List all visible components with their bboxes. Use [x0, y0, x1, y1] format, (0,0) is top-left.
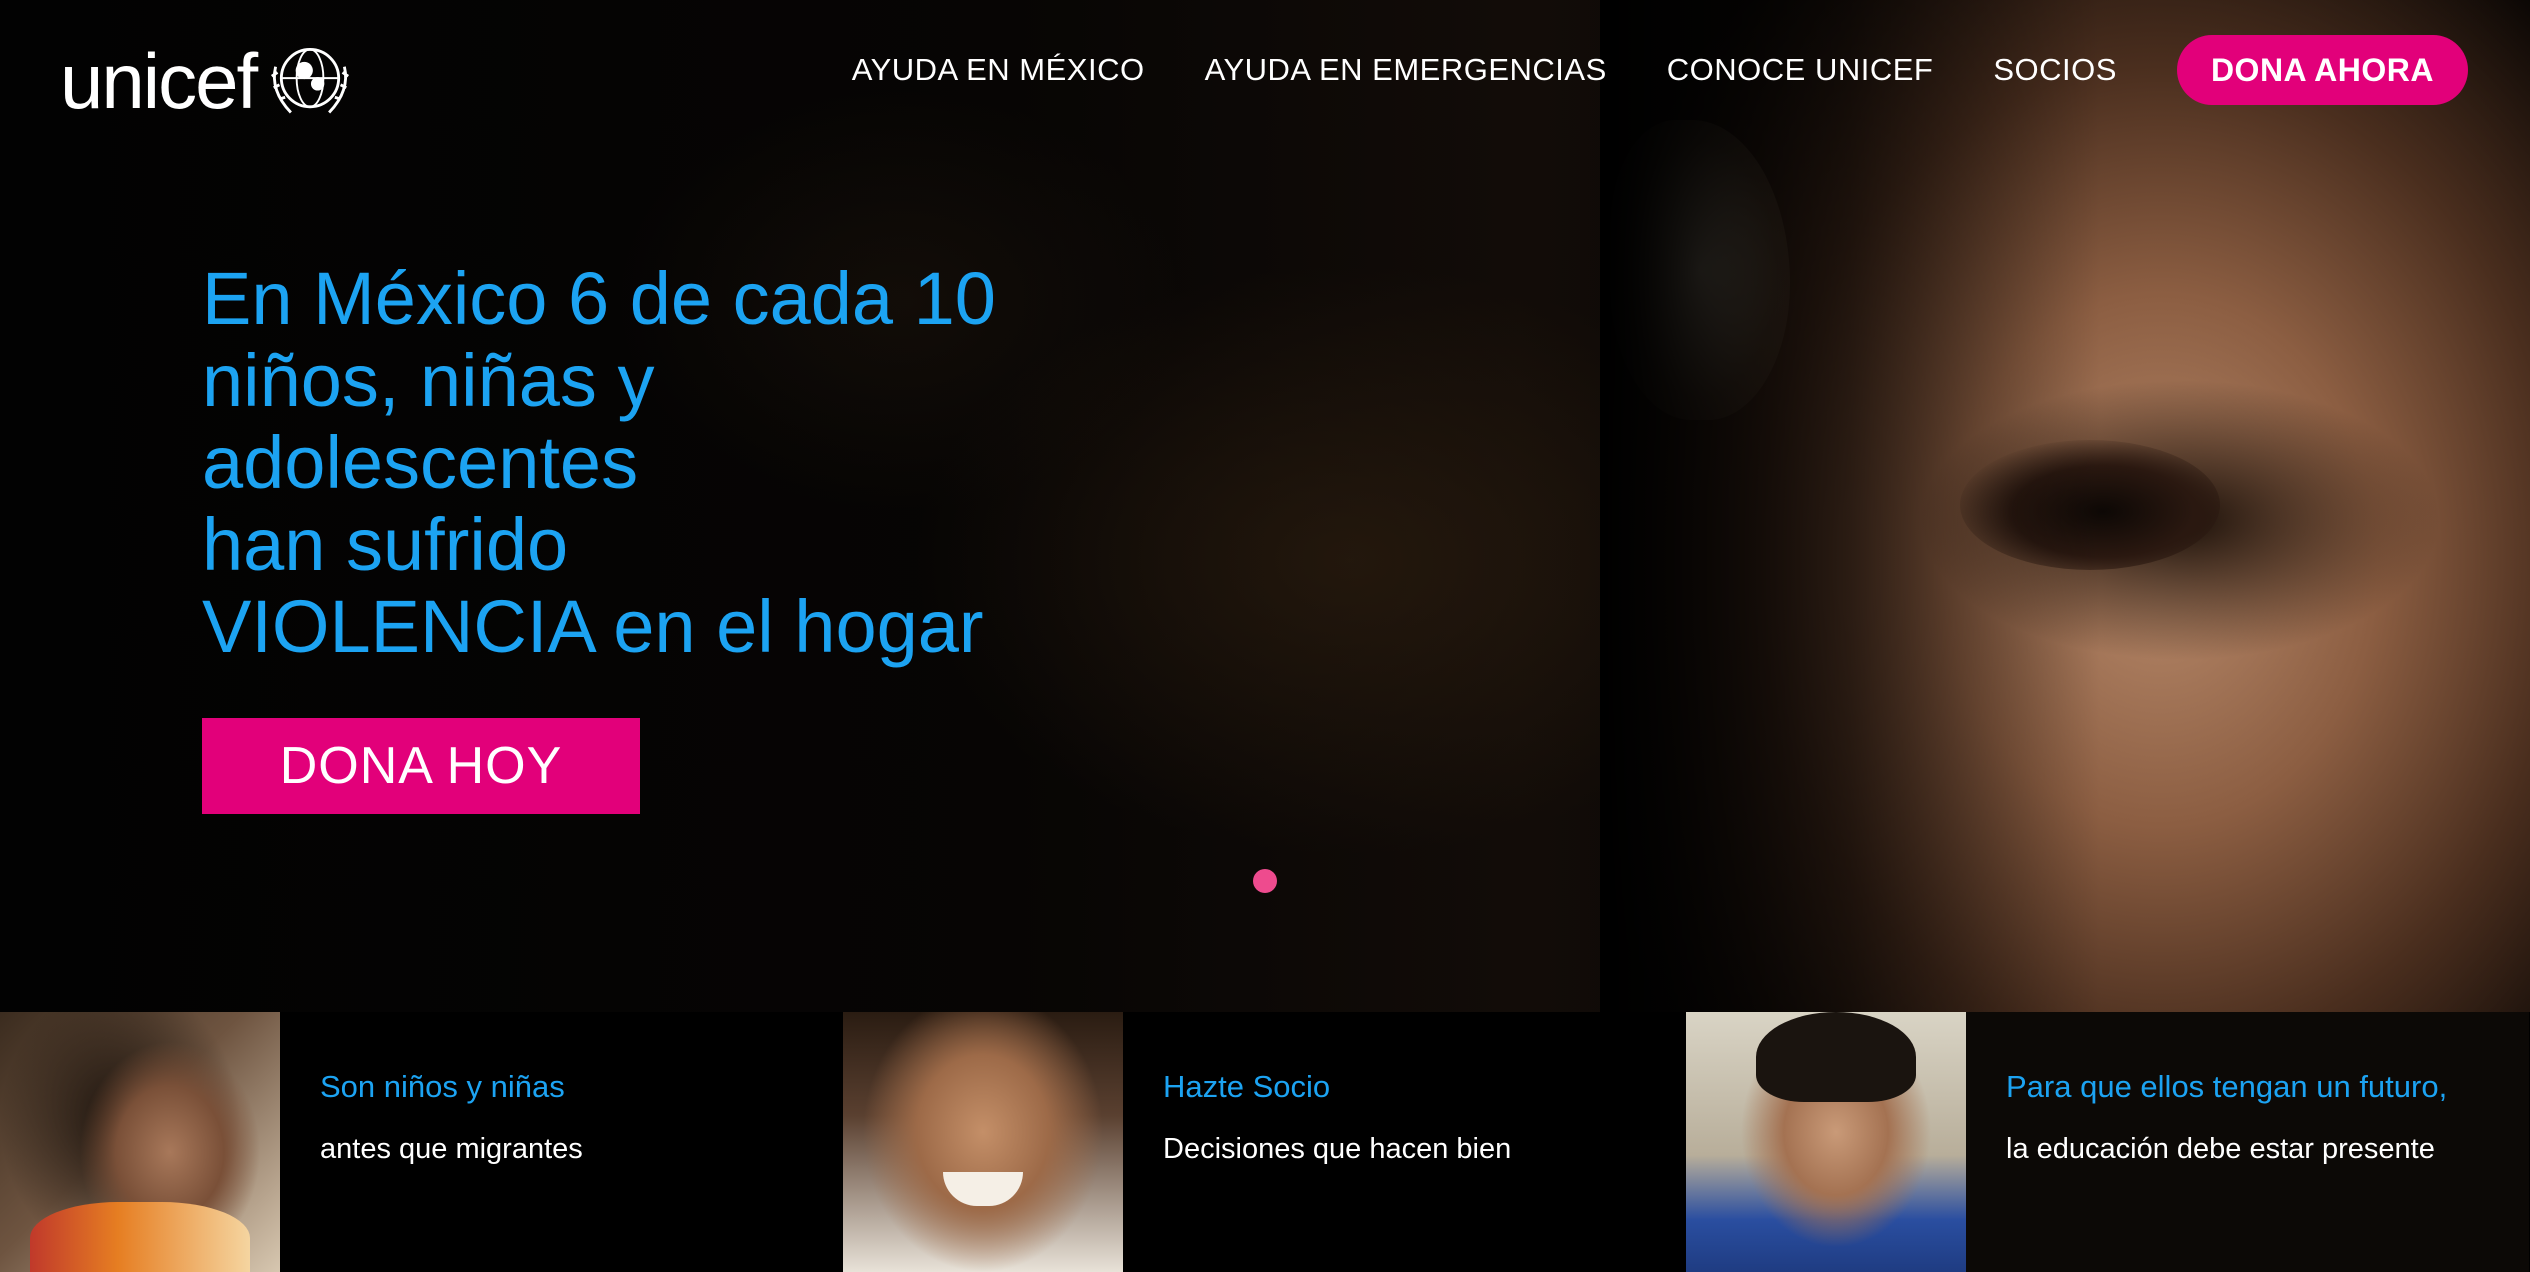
hero-headline: En México 6 de cada 10 niños, niñas y ad… — [202, 258, 1202, 668]
card-migrantes[interactable]: Son niños y niñas antes que migrantes — [0, 1012, 843, 1272]
main-nav: AYUDA EN MÉXICO AYUDA EN EMERGENCIAS CON… — [852, 34, 2468, 106]
page: unicef AYUDA EN MÉXICO AYUDA EN EMERGENC… — [0, 0, 2530, 1272]
headline-line: VIOLENCIA en el hogar — [202, 585, 984, 668]
card-text: la educación debe estar presente — [2006, 1133, 2435, 1165]
card-hazte-socio[interactable]: Hazte Socio Decisiones que hacen bien — [843, 1012, 1686, 1272]
headline-line: adolescentes — [202, 421, 639, 504]
nav-conoce-unicef[interactable]: CONOCE UNICEF — [1667, 52, 1934, 88]
card-body: Para que ellos tengan un futuro, la educ… — [1966, 1012, 2529, 1272]
headline-line: En México 6 de cada 10 — [202, 257, 996, 340]
unicef-logo[interactable]: unicef — [60, 36, 358, 126]
card-educacion[interactable]: Para que ellos tengan un futuro, la educ… — [1686, 1012, 2529, 1272]
headline-line: han sufrido — [202, 503, 569, 586]
card-image-girl — [0, 1012, 280, 1272]
hero-photo-shadow — [1600, 0, 2100, 1012]
card-title[interactable]: Son niños y niñas — [320, 1068, 803, 1106]
card-text: Decisiones que hacen bien — [1163, 1133, 1512, 1165]
headline-line: niños, niñas y — [202, 339, 655, 422]
donate-now-button[interactable]: DONA AHORA — [2176, 35, 2468, 105]
logo-wordmark: unicef — [60, 37, 258, 125]
card-image-smiling-boy — [843, 1012, 1123, 1272]
nav-ayuda-en-emergencias[interactable]: AYUDA EN EMERGENCIAS — [1205, 52, 1607, 88]
card-body: Hazte Socio Decisiones que hacen bien — [1123, 1012, 1686, 1272]
unicef-emblem-icon — [271, 48, 350, 114]
card-title[interactable]: Para que ellos tengan un futuro, — [2006, 1068, 2489, 1106]
slider-dot[interactable] — [1253, 869, 1277, 893]
card-text: antes que migrantes — [320, 1133, 583, 1165]
feature-cards: Son niños y niñas antes que migrantes Ha… — [0, 1012, 2530, 1272]
nav-socios[interactable]: SOCIOS — [1993, 52, 2117, 88]
card-body: Son niños y niñas antes que migrantes — [280, 1012, 843, 1272]
nav-ayuda-en-mexico[interactable]: AYUDA EN MÉXICO — [852, 52, 1145, 88]
donate-today-button[interactable]: DONA HOY — [202, 718, 640, 814]
card-image-schoolboy — [1686, 1012, 1966, 1272]
card-title[interactable]: Hazte Socio — [1163, 1068, 1646, 1106]
